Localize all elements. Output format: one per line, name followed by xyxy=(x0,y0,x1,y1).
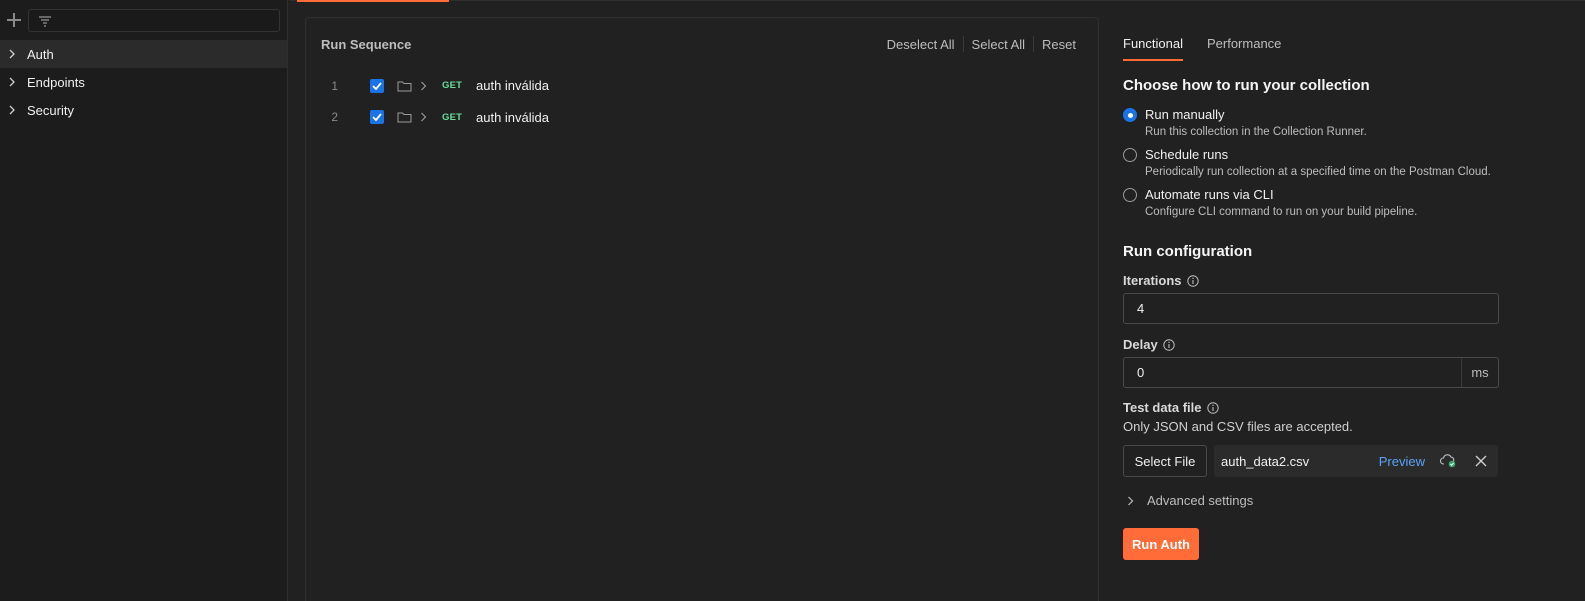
sequence-actions: Deselect All Select All Reset xyxy=(879,36,1084,52)
info-icon[interactable] xyxy=(1163,338,1175,351)
request-checkbox[interactable] xyxy=(370,78,384,93)
method-badge: GET xyxy=(442,111,463,123)
run-sequence-title: Run Sequence xyxy=(321,36,412,52)
delay-label: Delay xyxy=(1123,337,1503,352)
sidebar: Auth Endpoints Security xyxy=(0,0,288,601)
search-input[interactable] xyxy=(28,9,280,32)
option-label: Run manually xyxy=(1145,107,1225,122)
iterations-label: Iterations xyxy=(1123,273,1503,288)
tab-functional[interactable]: Functional xyxy=(1123,17,1183,61)
sidebar-item-security[interactable]: Security xyxy=(0,96,287,124)
run-sequence-header: Run Sequence Deselect All Select All Res… xyxy=(306,18,1098,70)
test-data-hint: Only JSON and CSV files are accepted. xyxy=(1123,419,1353,434)
check-icon xyxy=(372,82,382,90)
option-text: Schedule runs Periodically run collectio… xyxy=(1145,147,1491,178)
iterations-input[interactable]: 4 xyxy=(1123,293,1499,324)
option-automate-cli[interactable]: Automate runs via CLI Configure CLI comm… xyxy=(1123,187,1503,218)
option-label: Automate runs via CLI xyxy=(1145,187,1274,202)
iterations-value: 4 xyxy=(1137,301,1145,316)
close-icon[interactable] xyxy=(1472,452,1490,470)
runner-tabs: Functional Performance xyxy=(1123,17,1503,61)
preview-link[interactable]: Preview xyxy=(1379,454,1425,469)
choose-run-title: Choose how to run your collection xyxy=(1123,77,1370,94)
option-description: Periodically run collection at a specifi… xyxy=(1145,166,1491,178)
active-tab-indicator xyxy=(297,0,449,2)
test-data-file-row: Select File auth_data2.csv Preview xyxy=(1123,445,1503,477)
sequence-number: 1 xyxy=(331,78,338,93)
sidebar-item-endpoints[interactable]: Endpoints xyxy=(0,68,287,96)
delay-input[interactable]: 0 ms xyxy=(1123,357,1499,388)
option-text: Run manually Run this collection in the … xyxy=(1145,107,1367,138)
cloud-check-icon[interactable] xyxy=(1439,452,1457,470)
delay-unit: ms xyxy=(1461,358,1498,387)
option-description: Run this collection in the Collection Ru… xyxy=(1145,126,1367,138)
sequence-row[interactable]: 1 GET auth inválida xyxy=(306,70,1098,102)
advanced-settings-toggle[interactable]: Advanced settings xyxy=(1123,493,1503,508)
option-description: Configure CLI command to run on your bui… xyxy=(1145,206,1418,218)
chevron-right-icon[interactable] xyxy=(420,81,428,91)
info-icon[interactable] xyxy=(1206,401,1219,414)
selected-file: auth_data2.csv Preview xyxy=(1214,445,1498,477)
chevron-right-icon xyxy=(8,49,18,59)
test-data-label-text: Test data file xyxy=(1123,400,1202,415)
delay-value: 0 xyxy=(1137,365,1145,380)
reset-button[interactable]: Reset xyxy=(1034,37,1084,52)
select-all-button[interactable]: Select All xyxy=(964,37,1033,52)
option-schedule-runs[interactable]: Schedule runs Periodically run collectio… xyxy=(1123,147,1503,178)
run-configuration-title: Run configuration xyxy=(1123,243,1253,260)
sidebar-item-label: Auth xyxy=(27,46,54,62)
filter-icon[interactable] xyxy=(38,15,52,27)
delay-label-text: Delay xyxy=(1123,337,1158,352)
select-file-button[interactable]: Select File xyxy=(1123,445,1207,477)
info-icon[interactable] xyxy=(1186,274,1199,287)
request-checkbox[interactable] xyxy=(370,110,384,125)
run-collection-button[interactable]: Run Auth xyxy=(1123,528,1199,560)
tab-performance[interactable]: Performance xyxy=(1207,17,1281,60)
option-label: Schedule runs xyxy=(1145,147,1229,162)
radio-button[interactable] xyxy=(1123,108,1137,122)
request-name: auth inválida xyxy=(476,78,549,94)
sidebar-item-auth[interactable]: Auth xyxy=(0,40,287,68)
sidebar-item-label: Endpoints xyxy=(27,74,85,90)
deselect-all-button[interactable]: Deselect All xyxy=(879,37,963,52)
file-name: auth_data2.csv xyxy=(1221,453,1310,469)
radio-button[interactable] xyxy=(1123,148,1137,162)
advanced-settings-label: Advanced settings xyxy=(1147,493,1254,508)
folder-icon xyxy=(397,79,412,93)
chevron-right-icon[interactable] xyxy=(420,112,428,122)
sequence-number: 2 xyxy=(331,110,338,125)
chevron-right-icon xyxy=(8,105,18,115)
chevron-right-icon xyxy=(8,77,18,87)
top-divider xyxy=(289,0,1585,1)
sidebar-item-label: Security xyxy=(27,102,74,118)
test-data-label: Test data file xyxy=(1123,400,1503,415)
check-icon xyxy=(372,113,382,122)
add-icon[interactable] xyxy=(6,12,22,28)
run-sequence-panel: Run Sequence Deselect All Select All Res… xyxy=(305,17,1099,601)
option-run-manually[interactable]: Run manually Run this collection in the … xyxy=(1123,107,1503,138)
folder-icon xyxy=(397,110,412,124)
option-text: Automate runs via CLI Configure CLI comm… xyxy=(1145,187,1417,218)
method-badge: GET xyxy=(442,80,463,92)
iterations-label-text: Iterations xyxy=(1123,273,1182,288)
run-config-panel: Functional Performance Choose how to run… xyxy=(1123,17,1503,560)
radio-button[interactable] xyxy=(1123,188,1137,202)
sequence-row[interactable]: 2 GET auth inválida xyxy=(306,102,1098,134)
request-name: auth inválida xyxy=(476,109,549,125)
chevron-right-icon xyxy=(1127,496,1141,506)
